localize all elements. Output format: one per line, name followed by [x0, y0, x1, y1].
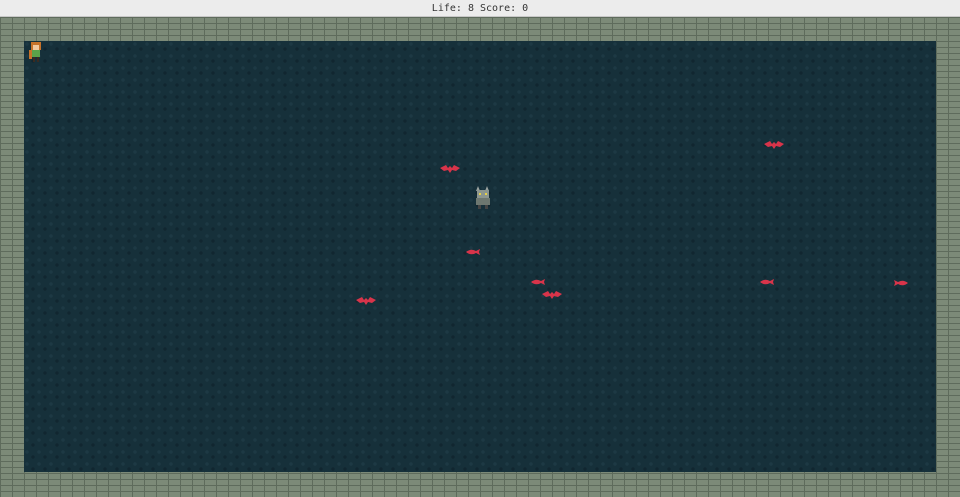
score-value: 0 [522, 2, 529, 14]
fish-enemy[interactable] [465, 248, 481, 256]
player-sprite[interactable] [26, 41, 46, 63]
life-label: Life: [431, 2, 462, 14]
fish-enemy[interactable] [530, 278, 546, 286]
bat-enemy[interactable] [763, 140, 785, 150]
werewolf-sprite[interactable] [472, 184, 494, 210]
fish-enemy[interactable] [759, 278, 775, 286]
status-bar: Life: 8 Score: 0 [0, 0, 960, 17]
bat-enemy[interactable] [541, 290, 563, 300]
score-label: Score: [480, 2, 517, 14]
bat-enemy[interactable] [439, 164, 461, 174]
game-arena[interactable] [24, 41, 936, 472]
fish-enemy[interactable] [893, 279, 909, 287]
bat-enemy[interactable] [355, 296, 377, 306]
